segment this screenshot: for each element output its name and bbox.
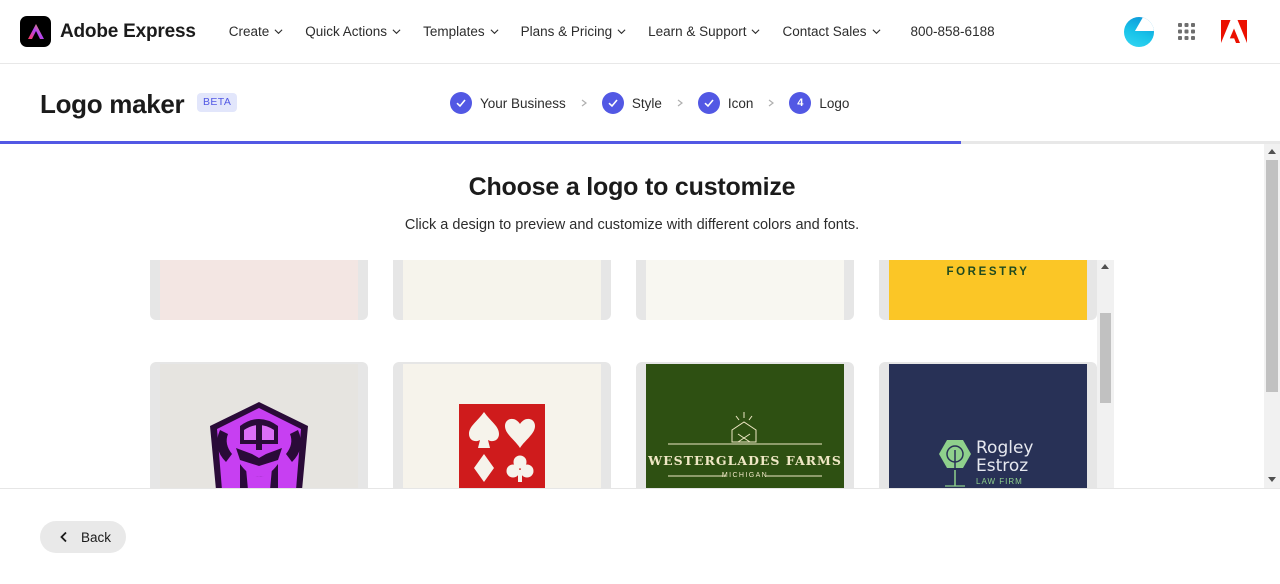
step-label: Style <box>631 95 662 111</box>
logo-text: WESTERGLADES FARMS <box>648 453 842 468</box>
logo-grid[interactable]: FORESTRY WESTERGLADES FARMS MICHIGAN Rog… <box>150 260 1114 488</box>
progress-fill <box>0 141 961 144</box>
logo-thumbnail <box>160 364 358 488</box>
logo-thumbnail <box>403 260 601 320</box>
scroll-up-icon[interactable] <box>1268 149 1276 154</box>
logo-card[interactable]: WESTERGLADES FARMS MICHIGAN <box>636 362 854 488</box>
logo-card[interactable] <box>636 260 854 320</box>
check-icon <box>601 92 624 114</box>
logo-card[interactable]: Rogley Estroz LAW FIRM <box>879 362 1097 488</box>
logo-text: FORESTRY <box>946 266 1030 278</box>
brand-name: Adobe Express <box>60 20 196 42</box>
chevron-down-icon <box>751 29 760 35</box>
nav-templates[interactable]: Templates <box>423 24 499 39</box>
nav-label: Quick Actions <box>305 24 388 39</box>
top-nav: Adobe Express Create Quick Actions Templ… <box>0 0 1280 64</box>
check-icon <box>697 92 720 114</box>
apps-grid-icon[interactable] <box>1178 23 1195 40</box>
check-icon <box>450 92 472 114</box>
back-button[interactable]: Back <box>40 521 126 553</box>
step-label: Logo <box>819 95 850 111</box>
chevron-down-icon <box>490 29 499 35</box>
logo-tagline: MICHIGAN <box>721 472 769 479</box>
logo-thumbnail: WESTERGLADES FARMS MICHIGAN <box>646 364 844 488</box>
barn-icon <box>668 412 822 477</box>
nav-label: Create <box>228 24 270 39</box>
section-subtitle: Click a design to preview and customize … <box>404 217 860 233</box>
logo-thumbnail <box>646 260 844 320</box>
nav-create[interactable]: Create <box>229 24 284 39</box>
logo-card[interactable] <box>150 260 368 320</box>
logo-thumbnail <box>160 260 358 320</box>
nav-learn-support[interactable]: Learn & Support <box>648 24 760 39</box>
logo-card[interactable] <box>393 260 611 320</box>
viking-mascot-icon <box>210 402 308 488</box>
nav-label: Learn & Support <box>648 24 747 39</box>
beta-badge: BETA <box>197 93 238 112</box>
page-scrollbar-thumb[interactable] <box>1266 160 1278 392</box>
step-label: Icon <box>727 95 754 111</box>
nav-label: Contact Sales <box>782 24 867 39</box>
step-label: Your Business <box>480 95 566 111</box>
chevron-down-icon <box>872 29 880 35</box>
avatar[interactable] <box>1124 17 1154 47</box>
logo-card[interactable]: FORESTRY <box>879 260 1097 320</box>
step-number: 4 <box>789 92 812 114</box>
adobe-express-logo-icon <box>20 16 51 47</box>
logo-thumbnail <box>403 364 601 488</box>
step-style[interactable]: Style <box>601 92 662 114</box>
grid-scrollbar-thumb[interactable] <box>1100 313 1111 403</box>
chevron-down-icon <box>392 29 401 35</box>
nav-plans-pricing[interactable]: Plans & Pricing <box>521 24 627 39</box>
section-title: Choose a logo to customize <box>468 173 796 201</box>
chevron-down-icon <box>274 29 283 35</box>
logo-thumbnail: FORESTRY <box>889 260 1087 320</box>
main-nav: Create Quick Actions Templates Plans & P… <box>229 24 995 39</box>
adobe-logo-icon[interactable] <box>1221 20 1247 43</box>
chevron-right-icon <box>768 99 775 107</box>
page-title: Logo maker <box>40 89 185 119</box>
logo-text-line2: Estroz <box>976 456 1029 476</box>
nav-contact-sales[interactable]: Contact Sales <box>782 24 880 39</box>
phone-link[interactable]: 800-858-6188 <box>911 24 995 39</box>
nav-quick-actions[interactable]: Quick Actions <box>305 24 401 39</box>
stepper: Your Business Style Icon 4 Logo <box>450 91 849 115</box>
brand[interactable]: Adobe Express <box>20 16 196 47</box>
step-icon[interactable]: Icon <box>697 92 754 114</box>
step-logo[interactable]: 4 Logo <box>789 92 849 114</box>
logo-thumbnail: Rogley Estroz LAW FIRM <box>889 364 1087 488</box>
card-suits-icon <box>459 404 545 488</box>
step-your-business[interactable]: Your Business <box>450 92 566 114</box>
back-label: Back <box>81 529 112 545</box>
footer-bar: Back <box>0 488 1280 584</box>
chevron-right-icon <box>677 99 683 107</box>
scroll-up-icon[interactable] <box>1101 264 1109 269</box>
logo-text-line1: Rogley <box>976 438 1034 458</box>
chevron-left-icon <box>60 531 67 543</box>
logo-tagline: LAW FIRM <box>976 477 1023 486</box>
scroll-down-icon[interactable] <box>1268 477 1276 482</box>
chevron-down-icon <box>617 29 626 35</box>
logo-card[interactable] <box>150 362 368 488</box>
nav-label: Plans & Pricing <box>520 24 613 39</box>
logo-card[interactable] <box>393 362 611 488</box>
chevron-right-icon <box>581 99 587 107</box>
nav-label: Templates <box>423 24 485 39</box>
